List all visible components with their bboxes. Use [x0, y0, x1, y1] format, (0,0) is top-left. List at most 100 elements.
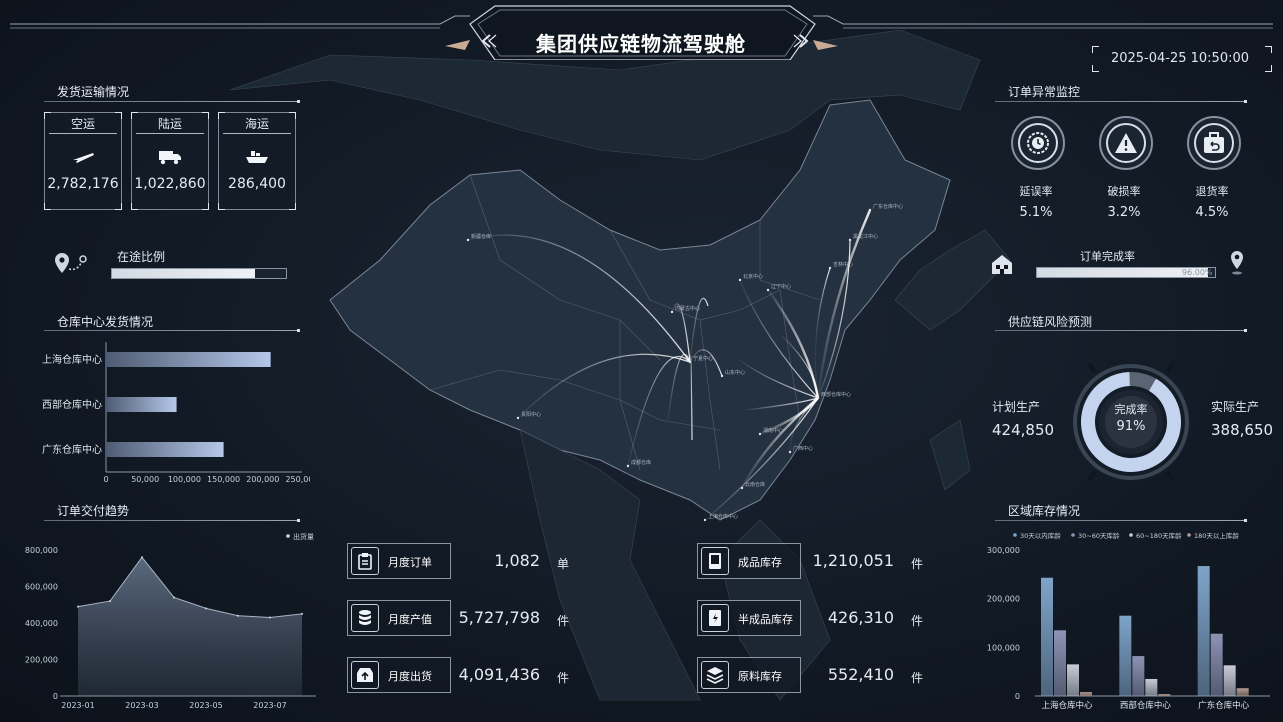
stat-value: 1,082 [494, 551, 540, 570]
monitor-icon [701, 547, 729, 575]
inventory-bar [1145, 678, 1158, 696]
database-icon [351, 604, 379, 632]
inventory-bar [1236, 688, 1249, 696]
section-divider [995, 100, 1247, 103]
inventory-legend-item: 30天以内库龄 [1020, 531, 1061, 540]
trend-area [78, 557, 302, 696]
plan-value: 424,850 [992, 421, 1055, 439]
stat-unit: 件 [911, 614, 924, 628]
risk-title: 供应链风险预测 [1008, 315, 1093, 329]
stat-unit: 件 [911, 557, 924, 571]
warehouse-bar [106, 352, 271, 367]
anomaly-value: 4.5% [1195, 205, 1229, 220]
inventory-bar [1041, 577, 1053, 696]
inventory-bar [1067, 664, 1079, 696]
stat-value: 426,310 [827, 608, 894, 627]
inventory-bar [1080, 692, 1092, 696]
anomaly-value: 5.1% [1019, 205, 1053, 220]
inventory-bar [1054, 630, 1066, 696]
stat-unit: 单 [557, 557, 570, 571]
shipping-card-value: 2,782,176 [47, 176, 119, 192]
warning-icon [1099, 116, 1153, 170]
warehouse-bar-label: 广东仓库中心 [42, 443, 102, 456]
map-city-label: 成都仓库 [631, 459, 651, 466]
inventory-bar [1223, 665, 1236, 696]
map-city-label: 黑龙江中心 [853, 233, 878, 240]
map-city-label: 广东仓库中心 [873, 203, 903, 210]
map-city-label: 山东中心 [725, 369, 745, 376]
stat-unit: 件 [911, 671, 924, 685]
warehouse-tick-label: 100,000 [168, 475, 201, 484]
inventory-y-tick: 200,000 [987, 595, 1020, 604]
trend-x-tick: 2023-01 [61, 701, 94, 710]
warehouse-tick-label: 200,000 [246, 475, 279, 484]
shipping-card-label: 海运 [223, 115, 291, 134]
half-product-icon [701, 604, 729, 632]
trend-point [301, 612, 303, 615]
inventory-bar-chart: 30天以内库龄 30~60天库龄 60~180天库龄 180天以上库龄 300,000 2… [987, 531, 1270, 711]
trend-legend: 出货量 [293, 532, 314, 541]
trend-y-tick: 200,000 [25, 656, 58, 665]
trend-area-chart: 800,000 600,000 400,000 200,000 02023-01 2023… [25, 532, 316, 710]
inventory-y-tick: 300,000 [987, 546, 1020, 555]
return-icon [1187, 116, 1241, 170]
actual-label: 实际生产 [1211, 400, 1260, 414]
inventory-bar [1119, 615, 1132, 696]
warehouse-bar-label: 西部仓库中心 [42, 398, 102, 411]
map-city-label: 辽宁中心 [771, 283, 791, 290]
shipping-card: 海运 286,400 [218, 112, 296, 210]
donut-value: 91% [1116, 419, 1146, 434]
map-city-label: 北京中心 [743, 273, 763, 280]
inventory-bar [1197, 566, 1210, 696]
shipping-title: 发货运输情况 [57, 85, 130, 99]
stat-unit: 件 [557, 671, 570, 685]
trend-title: 订单交付趋势 [57, 504, 130, 518]
airplane-icon [45, 149, 121, 168]
ship-icon [219, 149, 295, 169]
shipping-card: 空运 2,782,176 [44, 112, 122, 210]
trend-y-tick: 400,000 [25, 619, 58, 628]
anomaly-label: 破损率 [1107, 185, 1141, 198]
anomaly-label: 退货率 [1195, 185, 1229, 198]
trend-y-tick: 600,000 [25, 583, 58, 592]
truck-icon [132, 149, 208, 169]
trend-point [205, 607, 207, 610]
completion-value: 96.00% [1182, 268, 1213, 277]
trend-point [141, 556, 143, 559]
inventory-y-tick: 0 [1015, 692, 1020, 701]
datetime: 2025-04-25 10:50:00 [1110, 51, 1250, 66]
warehouse-title: 仓库中心发货情况 [57, 315, 154, 329]
route-pin-icon [53, 251, 89, 277]
plan-label: 计划生产 [992, 400, 1041, 414]
shipping-card-label: 陆运 [136, 115, 204, 134]
map-city-label: 贵阳中心 [521, 411, 541, 418]
map-city-label: 新疆仓库 [471, 233, 491, 240]
chevron-right-icon [792, 33, 810, 49]
inventory-bar [1132, 656, 1145, 696]
section-divider [44, 100, 300, 103]
anomaly-label: 延误率 [1019, 185, 1053, 198]
section-divider [44, 519, 300, 522]
inventory-y-tick: 100,000 [987, 643, 1020, 652]
map-city-label: 宁夏中心 [693, 355, 713, 362]
warehouse-tick-label: 150,000 [207, 475, 240, 484]
stat-value: 5,727,798 [458, 608, 540, 627]
shipping-card-label: 空运 [49, 115, 117, 134]
inventory-x-label: 广东仓库中心 [1198, 700, 1250, 711]
inventory-legend-item: 30~60天库龄 [1078, 531, 1120, 540]
warehouse-tick-label: 250,000 [285, 475, 310, 484]
warehouse-bar-label: 上海仓库中心 [42, 353, 102, 366]
stat-unit: 件 [557, 614, 570, 628]
dashboard: 新疆仓库 内蒙古中心 宁夏中心 西部仓库中心 成都仓库 贵阳中心 云南仓库 上海仓库中心 广东仓… [0, 0, 1283, 722]
trend-point [269, 616, 271, 619]
warehouse-icon [990, 253, 1014, 275]
trend-point [77, 605, 79, 608]
map-city-label: 广西中心 [793, 445, 813, 452]
shipping-card-value: 1,022,860 [134, 176, 206, 192]
section-divider [995, 519, 1247, 522]
anomaly-title: 订单异常监控 [1008, 85, 1081, 99]
trend-x-tick: 2023-07 [253, 701, 286, 710]
stat-value: 4,091,436 [458, 665, 540, 684]
map-city-label: 吉林中心 [833, 261, 853, 268]
trend-point [173, 596, 175, 599]
